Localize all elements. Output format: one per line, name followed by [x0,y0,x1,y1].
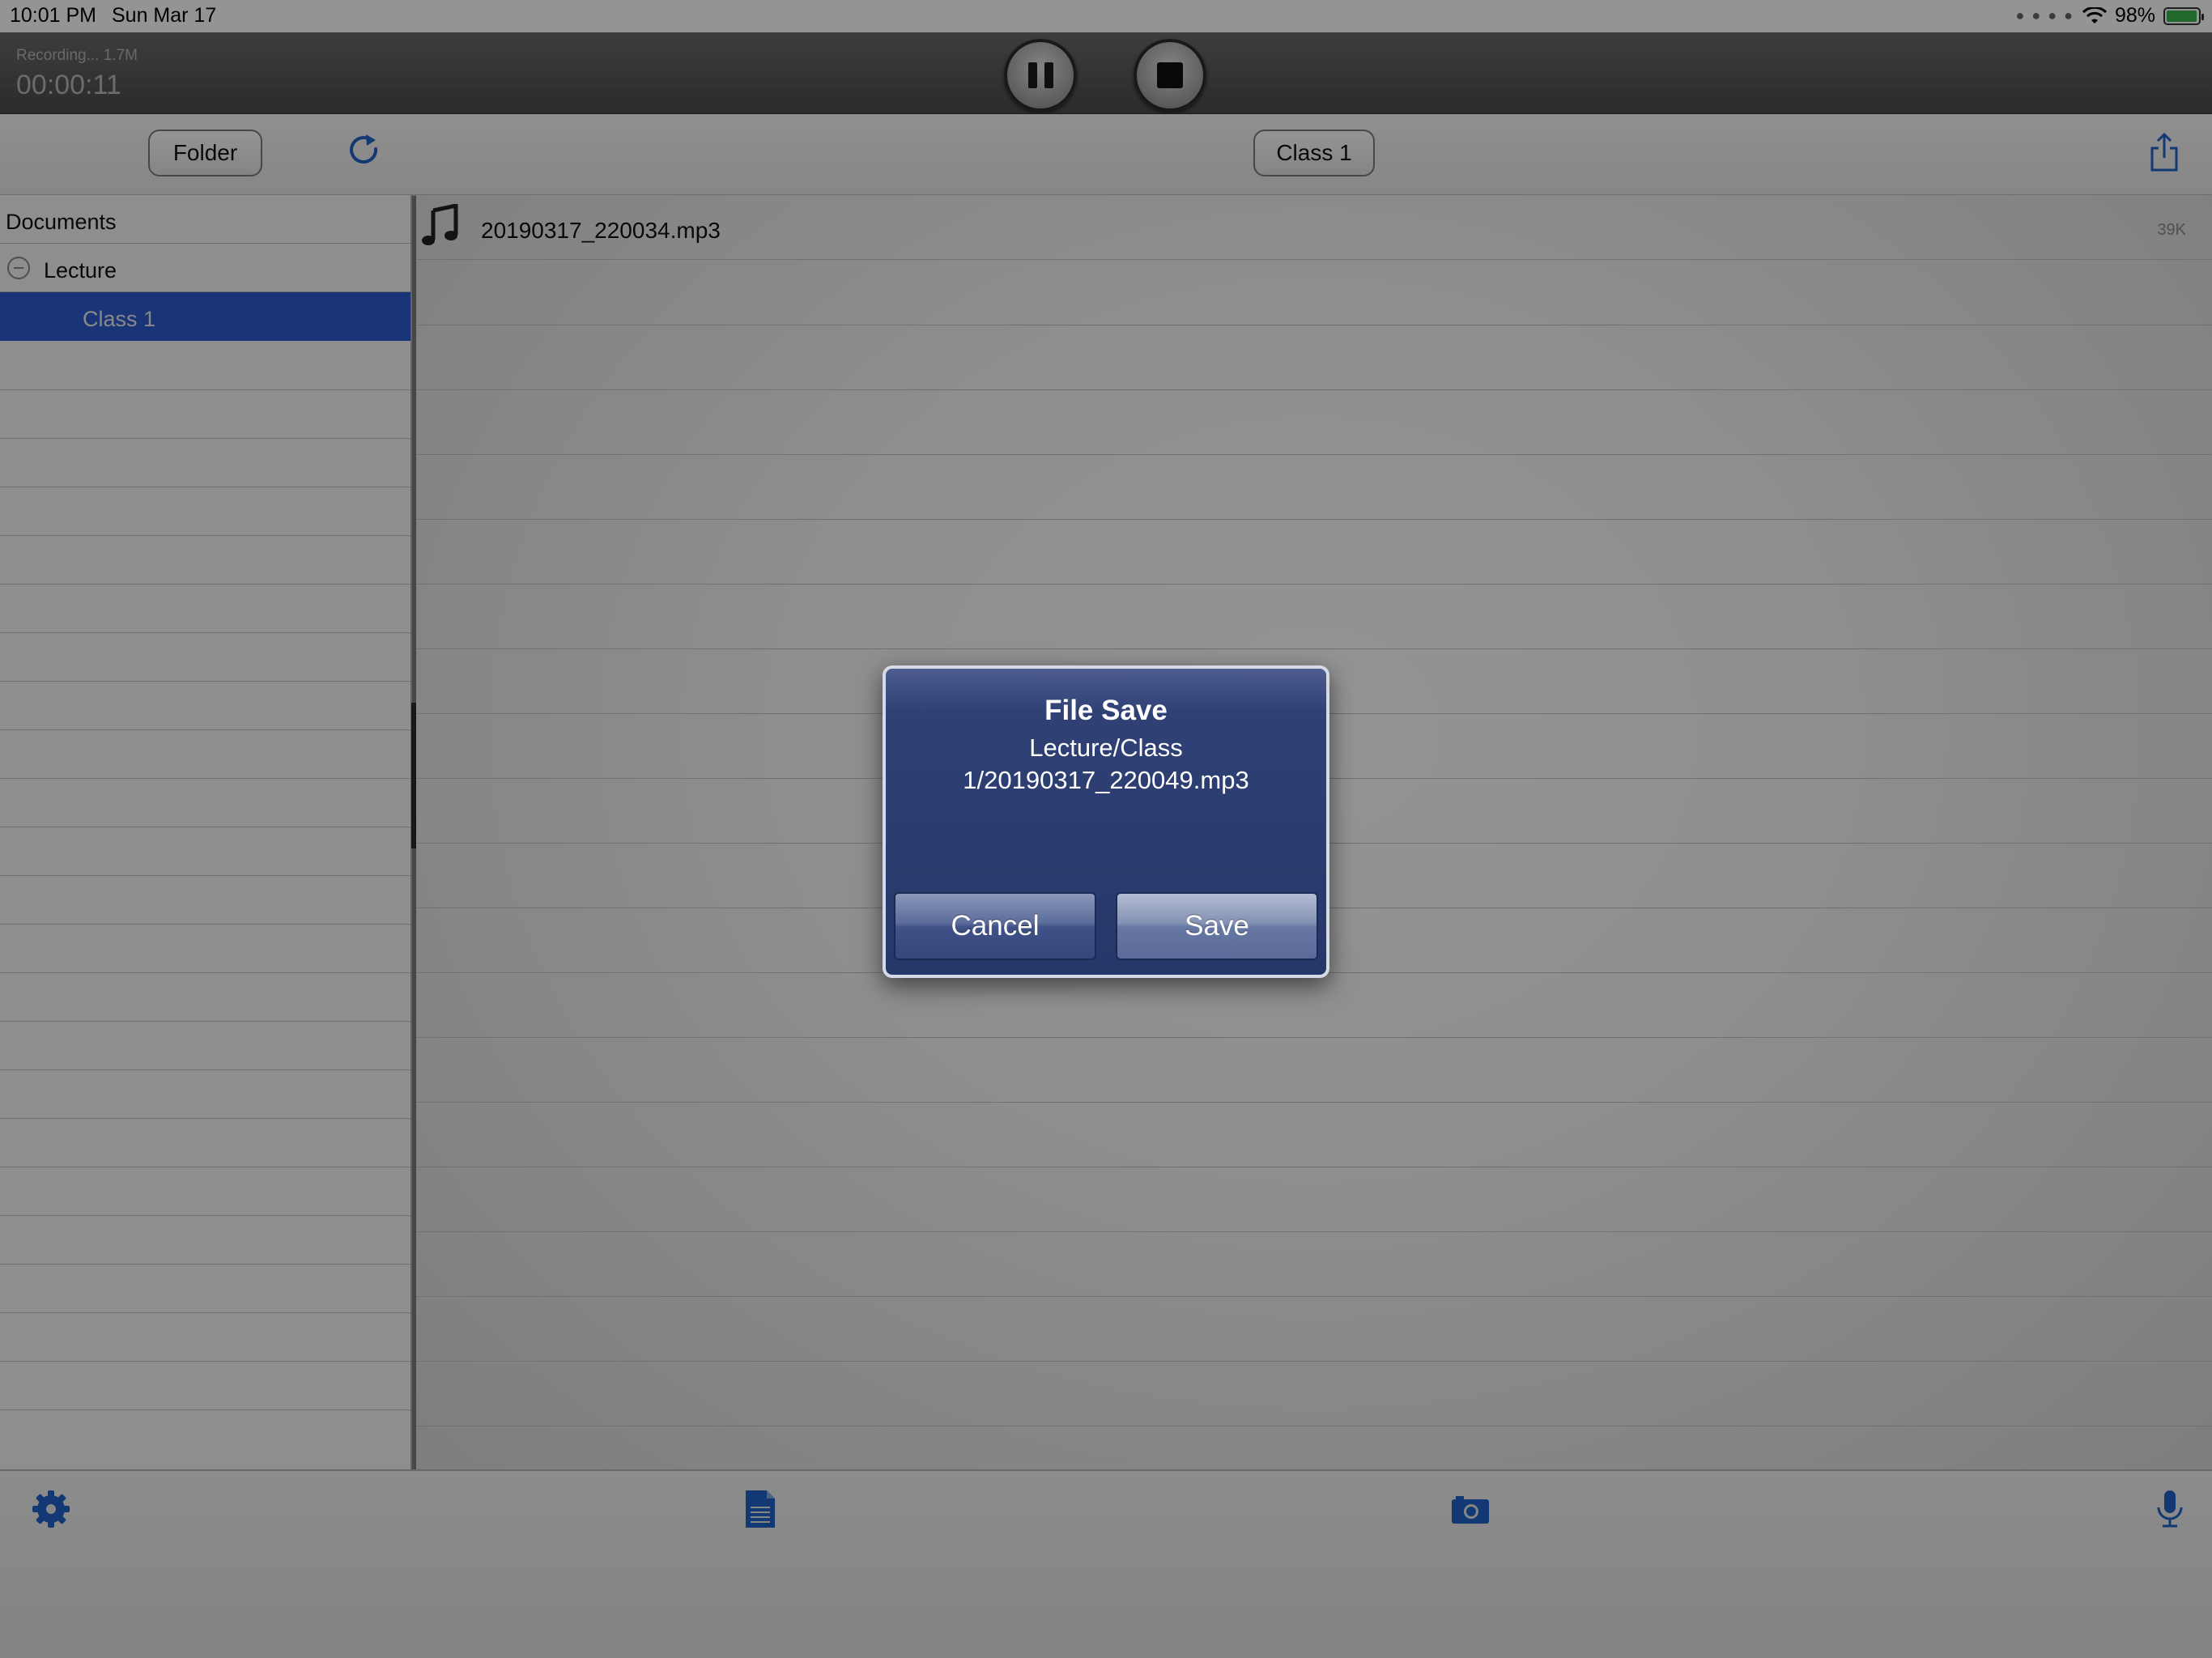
file-save-dialog: File Save Lecture/Class 1/20190317_22004… [883,665,1329,978]
save-button[interactable]: Save [1116,892,1318,960]
app-screen: 10:01 PM Sun Mar 17 ● ● ● ● 98% Recordin… [0,0,2212,1658]
dialog-message: Lecture/Class 1/20190317_220049.mp3 [963,733,1249,794]
cancel-button[interactable]: Cancel [894,892,1096,960]
dialog-title: File Save [1044,695,1168,726]
